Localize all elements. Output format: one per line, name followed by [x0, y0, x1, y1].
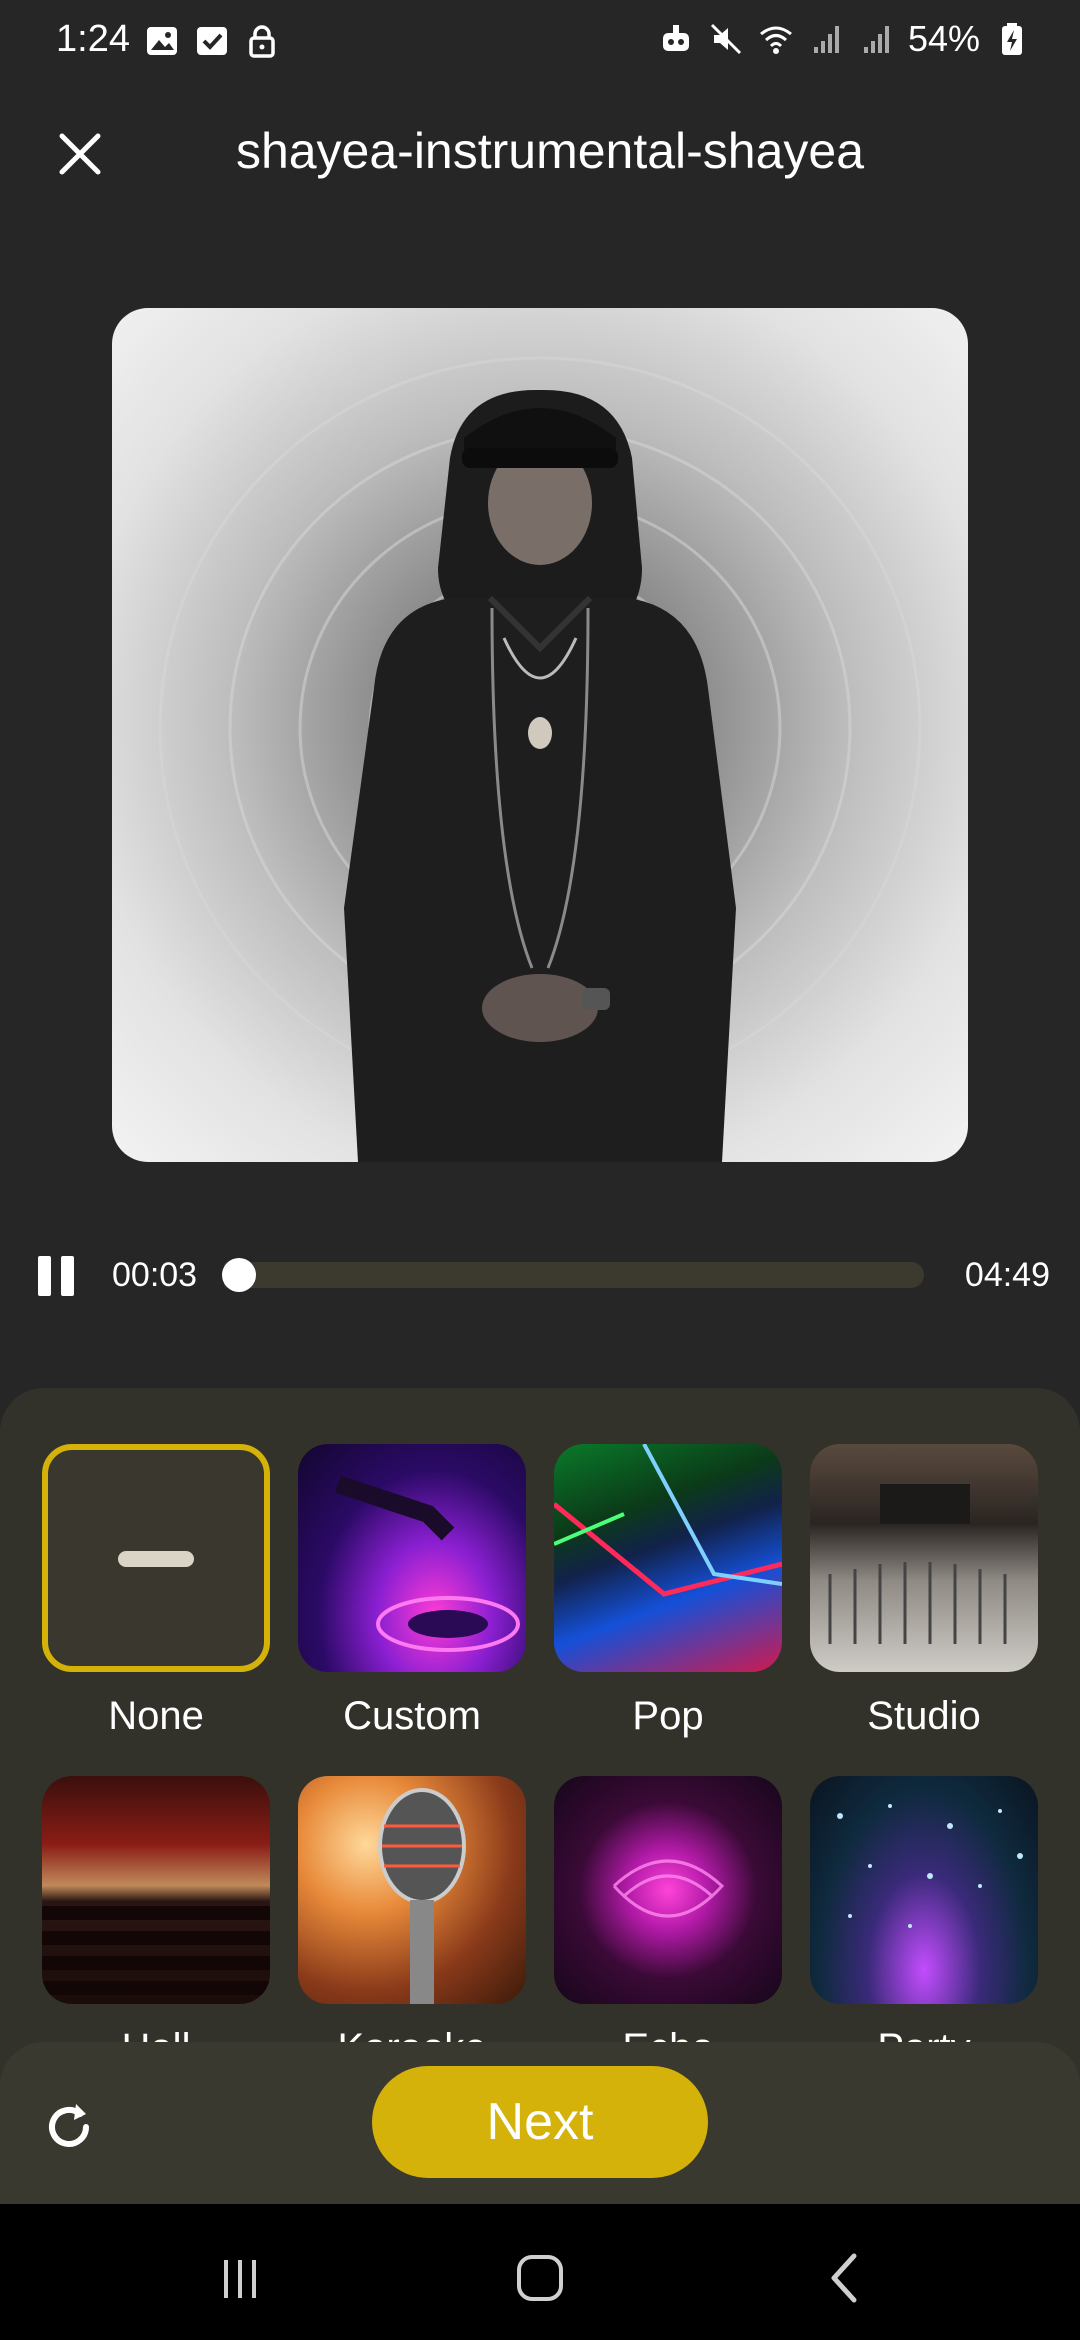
battery-charging-icon: [1002, 23, 1022, 55]
mixing-console-image: [810, 1444, 1038, 1672]
preset-label: Custom: [343, 1694, 481, 1738]
preset-hall[interactable]: Hall: [42, 1776, 270, 2071]
refresh-icon: [49, 2104, 89, 2147]
pause-button[interactable]: [34, 1248, 82, 1304]
preset-pop[interactable]: Pop: [554, 1444, 782, 1739]
system-nav-bar: [0, 2204, 1080, 2340]
sound-wave-orb-image: [554, 1776, 782, 2004]
total-time: 04:49: [964, 1256, 1050, 1294]
neon-lights-image: [554, 1444, 782, 1672]
microphone-image: [298, 1776, 526, 2004]
wifi-icon: [760, 26, 792, 54]
signal-icon: [813, 26, 839, 53]
status-bar: 1:24 54%: [0, 0, 1080, 84]
pause-icon: [38, 1256, 51, 1296]
pause-icon-bar: [61, 1256, 74, 1296]
track-title: shayea-instrumental-shayea: [235, 123, 865, 179]
reset-button[interactable]: [40, 2098, 98, 2156]
close-button[interactable]: [44, 118, 116, 190]
checkbox-icon: [197, 27, 227, 55]
preset-studio[interactable]: Studio: [810, 1444, 1038, 1739]
status-time: 1:24: [56, 18, 130, 60]
signal-icon: [863, 26, 889, 53]
preset-echo[interactable]: Echo: [554, 1776, 782, 2071]
preset-none[interactable]: None: [42, 1444, 270, 1739]
back-button[interactable]: [814, 2248, 874, 2308]
progress-slider[interactable]: [221, 1258, 924, 1292]
status-right-icons: 54%: [658, 18, 1030, 60]
home-button[interactable]: [510, 2248, 570, 2308]
recent-apps-button[interactable]: [210, 2248, 270, 2308]
preset-none-thumb: [42, 1444, 270, 1672]
lock-icon: [249, 25, 275, 58]
mute-icon: [710, 23, 741, 55]
battery-percent: 54%: [907, 18, 980, 59]
current-time: 00:03: [112, 1256, 198, 1294]
concert-hall-image: [42, 1776, 270, 2004]
bottom-action-bar: Next: [0, 2042, 1080, 2204]
back-icon: [831, 2253, 857, 2303]
preset-label: None: [108, 1694, 204, 1738]
artist-photo: [158, 356, 922, 1162]
dj-mixer-image: [298, 1444, 526, 1672]
progress-thumb[interactable]: [221, 1258, 256, 1292]
preset-party[interactable]: Party: [810, 1776, 1038, 2071]
confetti-crowd-image: [810, 1776, 1038, 2004]
preset-karaoke[interactable]: Karaoke: [298, 1776, 526, 2071]
close-icon: [59, 133, 101, 175]
preset-label: Studio: [867, 1694, 981, 1738]
robot-icon: [662, 25, 689, 51]
next-button[interactable]: Next: [372, 2066, 708, 2178]
image-icon: [147, 27, 177, 55]
status-left-icons: [144, 22, 280, 60]
preset-label: Pop: [632, 1694, 704, 1738]
recent-apps-icon: [224, 2260, 256, 2298]
none-dash-icon: [118, 1551, 194, 1567]
home-icon: [517, 2255, 563, 2301]
album-art: [112, 308, 968, 1162]
preset-custom[interactable]: Custom: [298, 1444, 526, 1739]
